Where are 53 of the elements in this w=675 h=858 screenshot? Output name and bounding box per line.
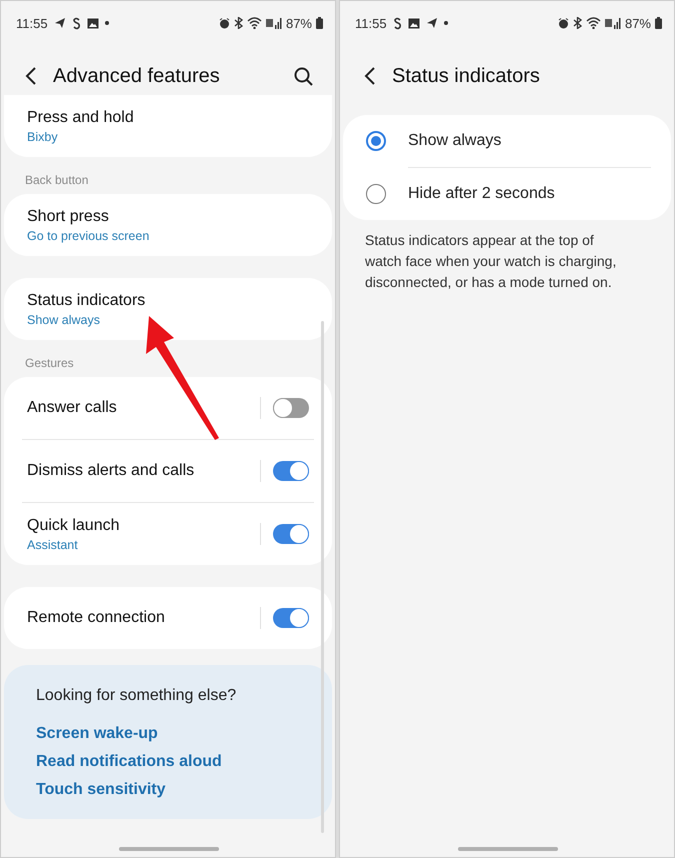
- dollar-icon: [72, 16, 81, 30]
- option-label[interactable]: Show always: [408, 132, 502, 150]
- setting-value: Show always: [27, 312, 101, 326]
- radio-button[interactable]: [366, 184, 386, 204]
- dollar-icon: [392, 16, 402, 30]
- section-label: Back button: [24, 172, 90, 189]
- image-icon: [86, 18, 99, 28]
- description-text: Status indicators appear at the top of watch face when your watch is charging, disconnected, or has a mode turned on.: [364, 231, 618, 292]
- back-icon[interactable]: [364, 66, 376, 86]
- setting-value: Go to previous screen: [27, 228, 150, 242]
- bluetooth-icon: [572, 17, 582, 29]
- clock-time: 11:55: [355, 16, 387, 30]
- send-icon: [54, 17, 66, 29]
- setting-title[interactable]: Quick launch: [27, 516, 260, 534]
- signal-icon: [266, 17, 282, 29]
- bluetooth-icon: [234, 17, 243, 29]
- battery-percent: 87%: [286, 16, 312, 30]
- alarm-icon: [218, 18, 230, 28]
- image-icon: [408, 18, 420, 28]
- search-icon[interactable]: [294, 66, 313, 86]
- radio-button[interactable]: [366, 131, 386, 151]
- screen-title: Status indicators: [392, 64, 541, 88]
- setting-title[interactable]: Press and hold: [27, 108, 309, 126]
- suggestions-title: Looking for something else?: [36, 687, 238, 705]
- setting-title[interactable]: Remote connection: [27, 609, 260, 627]
- setting-value: Bixby: [27, 130, 59, 144]
- toggle-switch[interactable]: [273, 524, 309, 544]
- signal-icon: [604, 17, 621, 29]
- suggestion-link[interactable]: Touch sensitivity: [36, 781, 300, 799]
- suggestion-link[interactable]: Read notifications aloud: [36, 753, 300, 771]
- battery-icon: [655, 17, 662, 29]
- option-label[interactable]: Hide after 2 seconds: [408, 185, 555, 203]
- setting-title[interactable]: Status indicators: [27, 292, 309, 310]
- setting-title[interactable]: Short press: [27, 208, 309, 226]
- back-icon[interactable]: [25, 66, 37, 86]
- suggestion-link[interactable]: Screen wake-up: [36, 725, 300, 743]
- setting-title[interactable]: Answer calls: [27, 399, 260, 417]
- battery-icon: [316, 17, 323, 29]
- toggle-switch[interactable]: [273, 461, 309, 481]
- toggle-switch[interactable]: [273, 398, 309, 418]
- clock-time: 11:55: [16, 16, 48, 30]
- wifi-icon: [246, 17, 262, 29]
- setting-value: Assistant: [27, 538, 79, 552]
- alarm-icon: [558, 18, 569, 28]
- toggle-switch[interactable]: [273, 608, 309, 628]
- wifi-icon: [586, 17, 601, 29]
- dot-icon: [444, 21, 448, 25]
- setting-title[interactable]: Dismiss alerts and calls: [27, 462, 260, 480]
- section-label: Gestures: [24, 355, 75, 372]
- screen-title: Advanced features: [53, 64, 221, 88]
- send-icon: [426, 17, 438, 29]
- dot-icon: [104, 21, 109, 25]
- battery-percent: 87%: [624, 16, 651, 30]
